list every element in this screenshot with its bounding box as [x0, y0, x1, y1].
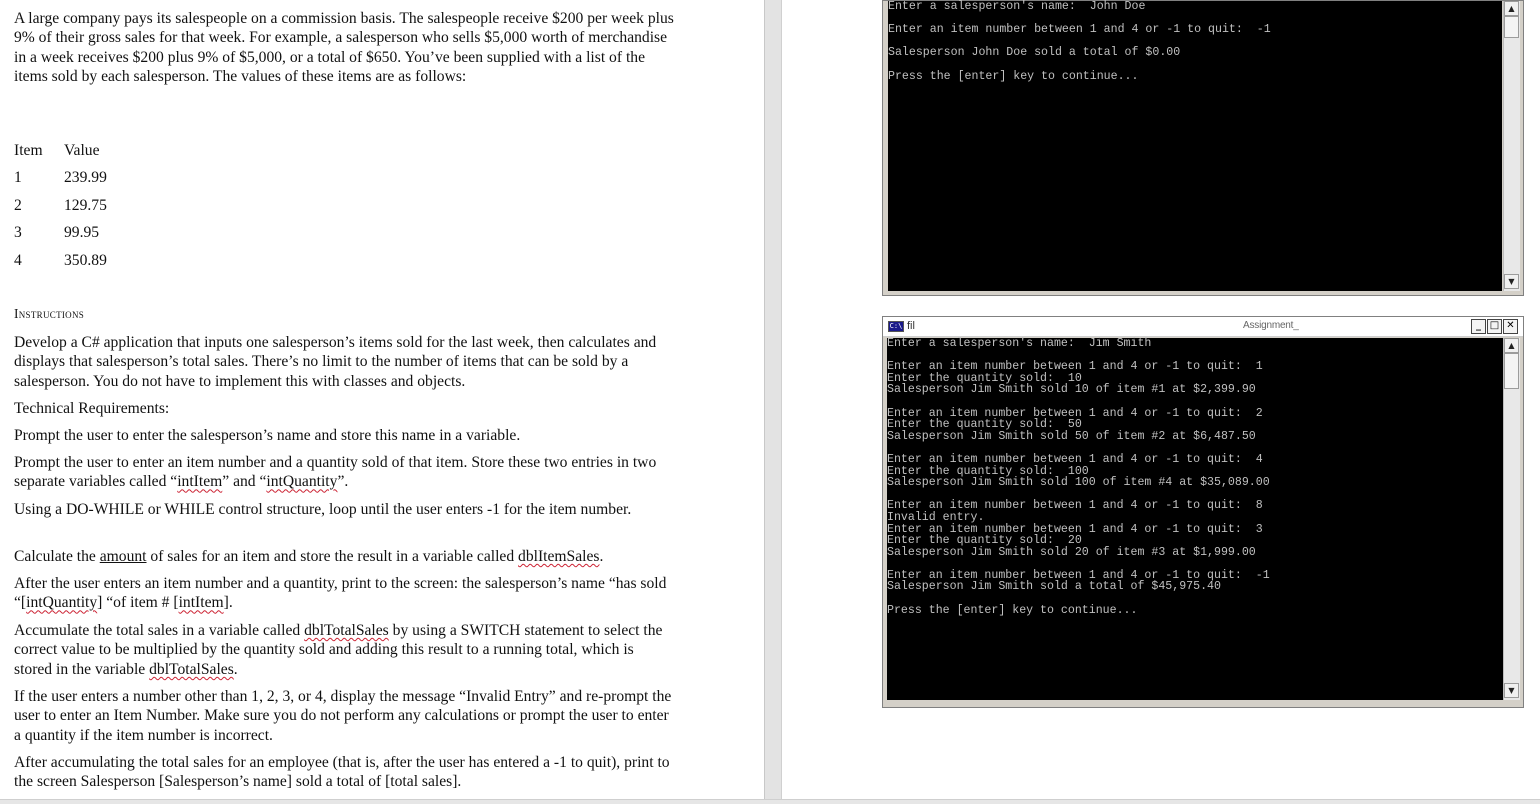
console-scrollbar[interactable]: ▲ ▼	[1503, 1, 1520, 291]
scrollbar-thumb[interactable]	[1504, 16, 1519, 38]
scroll-down-icon[interactable]: ▼	[1504, 683, 1519, 698]
item-value: 129.75	[64, 197, 107, 214]
scrollbar-thumb[interactable]	[1504, 353, 1519, 389]
requirement-name-prompt: Prompt the user to enter the salesperson…	[14, 427, 521, 444]
console-scrollbar[interactable]: ▲ ▼	[1503, 338, 1520, 700]
console-window-jim-smith[interactable]: C:\ fil Assignment_ _ □ ✕ Enter a salesp…	[882, 316, 1524, 708]
requirement-invalid-entry: If the user enters a number other than 1…	[14, 688, 672, 744]
technical-requirements-label: Technical Requirements:	[14, 400, 170, 417]
value-column-header: Value	[64, 142, 100, 159]
scroll-up-icon[interactable]: ▲	[1504, 338, 1519, 353]
item-number: 4	[14, 252, 22, 269]
requirement-loop: Using a DO-WHILE or WHILE control struct…	[14, 501, 632, 518]
requirement-switch: Accumulate the total sales in a variable…	[14, 622, 663, 678]
item-number: 1	[14, 169, 22, 186]
console-output: Enter a salesperson's name: John Doe Ent…	[888, 1, 1502, 291]
console-title-right: Assignment_	[1243, 320, 1299, 331]
item-value: 239.99	[64, 169, 107, 186]
variable-int-quantity: intQuantity	[266, 473, 338, 491]
instructions-heading: Instructions	[14, 306, 85, 321]
item-column-header: Item	[14, 142, 43, 159]
item-number: 3	[14, 224, 22, 241]
variable-int-quantity: intQuantity	[26, 594, 98, 612]
minimize-icon[interactable]: _	[1471, 319, 1486, 334]
window-gap	[882, 296, 1524, 316]
requirement-item-sales: Calculate the amount of sales for an ite…	[14, 548, 604, 565]
command-prompt-icon: C:\	[888, 321, 904, 332]
item-number: 2	[14, 197, 22, 214]
amount-word: amount	[99, 548, 147, 565]
bottom-edge	[0, 799, 1540, 804]
variable-dbl-total-sales: dblTotalSales	[304, 622, 389, 639]
item-value: 350.89	[64, 252, 107, 269]
console-output: Enter a salesperson's name: Jim Smith En…	[887, 338, 1503, 700]
scroll-up-icon[interactable]: ▲	[1504, 1, 1519, 16]
maximize-icon[interactable]: □	[1487, 319, 1502, 334]
close-icon[interactable]: ✕	[1503, 319, 1518, 334]
requirement-total-output: After accumulating the total sales for a…	[14, 754, 670, 791]
variable-dbl-total-sales: dblTotalSales	[149, 660, 234, 678]
requirement-print-item: After the user enters an item number and…	[14, 575, 667, 612]
console-window-john-doe[interactable]: Enter a salesperson's name: John Doe Ent…	[882, 0, 1524, 296]
scroll-down-icon[interactable]: ▼	[1504, 274, 1519, 289]
page-gutter	[764, 0, 782, 804]
console-title-bar[interactable]: C:\ fil Assignment_ _ □ ✕	[883, 317, 1523, 337]
intro-paragraph: A large company pays its salespeople on …	[14, 10, 674, 86]
item-value: 99.95	[64, 224, 100, 241]
document-page: A large company pays its salespeople on …	[0, 0, 764, 804]
console-title-left: fil	[907, 320, 915, 332]
instructions-paragraph: Develop a C# application that inputs one…	[14, 334, 657, 390]
variable-int-item: intItem	[178, 594, 224, 612]
variable-dbl-item-sales: dblItemSales	[518, 548, 600, 565]
variable-int-item: intItem	[177, 473, 223, 491]
requirement-item-prompt: Prompt the user to enter an item number …	[14, 454, 657, 491]
